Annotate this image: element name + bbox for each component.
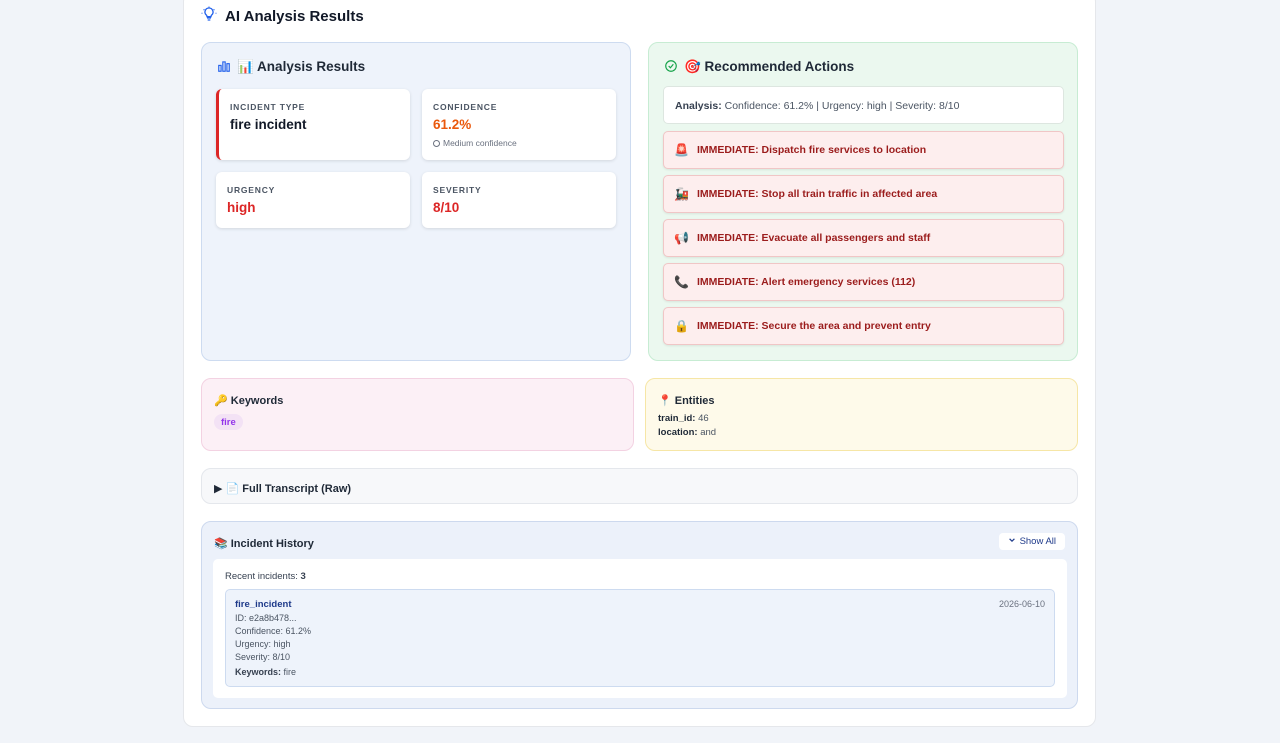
entity-value: 46	[698, 413, 709, 424]
action-text: IMMEDIATE: Stop all train traffic in aff…	[697, 188, 938, 200]
history-panel: 📚 Incident History Show All Recent incid…	[201, 521, 1078, 709]
keywords-title: 🔑 Keywords	[214, 394, 284, 407]
action-item: 🔒 IMMEDIATE: Secure the area and prevent…	[663, 307, 1064, 345]
train-icon: 🚂	[674, 187, 689, 201]
confidence-level-text: Medium confidence	[443, 138, 517, 148]
urgency-value: high	[227, 200, 256, 215]
analysis-summary: Analysis: Confidence: 61.2% | Urgency: h…	[663, 86, 1064, 124]
action-text: IMMEDIATE: Alert emergency services (112…	[697, 276, 916, 288]
recent-count-value: 3	[300, 571, 306, 582]
show-all-label: Show All	[1019, 536, 1056, 547]
page-title-text: AI Analysis Results	[225, 7, 364, 25]
confidence-value: 61.2%	[433, 117, 472, 132]
entities-panel: 📍 Entities train_id: 46 location: and	[645, 378, 1078, 451]
entities-title: 📍 Entities	[658, 394, 715, 407]
action-item: 📢 IMMEDIATE: Evacuate all passengers and…	[663, 219, 1064, 257]
history-heading: 📚 Incident History	[214, 534, 314, 552]
history-entry-urgency: Urgency: high	[235, 639, 291, 649]
entity-value: and	[700, 427, 717, 438]
recent-count: Recent incidents: 3	[225, 571, 306, 582]
incident-type-label: INCIDENT TYPE	[230, 102, 306, 112]
keyword-chip: fire	[214, 414, 243, 430]
analysis-heading: 📊 Analysis Results	[217, 58, 365, 76]
history-entry[interactable]: fire_incident 2026-06-10 ID: e2a8b478...…	[225, 589, 1055, 687]
check-circle-icon	[664, 59, 678, 76]
history-entry-severity: Severity: 8/10	[235, 652, 291, 662]
action-item: 📞 IMMEDIATE: Alert emergency services (1…	[663, 263, 1064, 301]
incident-type-value: fire incident	[230, 117, 307, 132]
keywords-heading: 🔑 Keywords	[214, 391, 283, 409]
confidence-card: CONFIDENCE 61.2% Medium confidence	[422, 89, 616, 160]
actions-panel: 🎯 Recommended Actions Analysis: Confiden…	[648, 42, 1078, 361]
transcript-title: ▶ 📄 Full Transcript (Raw)	[214, 482, 352, 495]
history-entry-date: 2026-06-10	[998, 599, 1045, 609]
lightbulb-icon	[201, 6, 217, 26]
siren-icon: 🚨	[674, 143, 689, 157]
transcript-toggle[interactable]: ▶ 📄 Full Transcript (Raw)	[201, 468, 1078, 504]
history-keywords-value: fire	[283, 667, 297, 677]
action-item: 🚂 IMMEDIATE: Stop all train traffic in a…	[663, 175, 1064, 213]
circle-icon	[433, 139, 440, 147]
urgency-label: URGENCY	[227, 185, 276, 195]
entity-row: train_id: 46	[658, 413, 709, 424]
urgency-card: URGENCY high	[216, 172, 410, 228]
entity-key: location:	[658, 427, 698, 438]
action-text: IMMEDIATE: Secure the area and prevent e…	[697, 320, 931, 332]
history-entry-confidence: Confidence: 61.2%	[235, 626, 312, 636]
phone-icon: 📞	[674, 275, 689, 289]
action-text: IMMEDIATE: Evacuate all passengers and s…	[697, 232, 931, 244]
show-all-button[interactable]: Show All	[998, 533, 1065, 550]
summary-label: Analysis:	[675, 100, 722, 112]
confidence-level: Medium confidence	[433, 138, 517, 148]
history-entry-id: ID: e2a8b478...	[235, 613, 297, 623]
bar-chart-icon	[217, 59, 231, 76]
severity-label: SEVERITY	[433, 185, 482, 195]
keywords-panel: 🔑 Keywords fire	[201, 378, 634, 451]
actions-title: 🎯 Recommended Actions	[684, 59, 855, 74]
page-title: AI Analysis Results	[201, 6, 364, 26]
analysis-panel: 📊 Analysis Results INCIDENT TYPE fire in…	[201, 42, 631, 361]
history-title: 📚 Incident History	[214, 537, 314, 550]
entity-row: location: and	[658, 427, 716, 438]
actions-heading: 🎯 Recommended Actions	[664, 58, 854, 76]
severity-card: SEVERITY 8/10	[422, 172, 616, 228]
summary-text: Confidence: 61.2% | Urgency: high | Seve…	[724, 100, 960, 112]
history-entry-type: fire_incident	[235, 599, 292, 610]
history-list: Recent incidents: 3 fire_incident 2026-0…	[213, 559, 1067, 698]
history-keywords-label: Keywords:	[235, 667, 282, 677]
action-item: 🚨 IMMEDIATE: Dispatch fire services to l…	[663, 131, 1064, 169]
megaphone-icon: 📢	[674, 231, 689, 245]
lock-icon: 🔒	[674, 319, 689, 333]
entities-heading: 📍 Entities	[658, 391, 714, 409]
incident-type-card: INCIDENT TYPE fire incident	[216, 89, 410, 160]
severity-value: 8/10	[433, 200, 460, 215]
transcript-heading[interactable]: ▶ 📄 Full Transcript (Raw)	[214, 479, 351, 497]
recent-label: Recent incidents:	[225, 571, 298, 582]
confidence-label: CONFIDENCE	[433, 102, 498, 112]
action-text: IMMEDIATE: Dispatch fire services to loc…	[697, 144, 927, 156]
analysis-title: 📊 Analysis Results	[237, 59, 366, 74]
chevron-down-icon	[1008, 536, 1016, 547]
history-entry-keywords: Keywords: fire	[235, 667, 296, 677]
entity-key: train_id:	[658, 413, 696, 424]
